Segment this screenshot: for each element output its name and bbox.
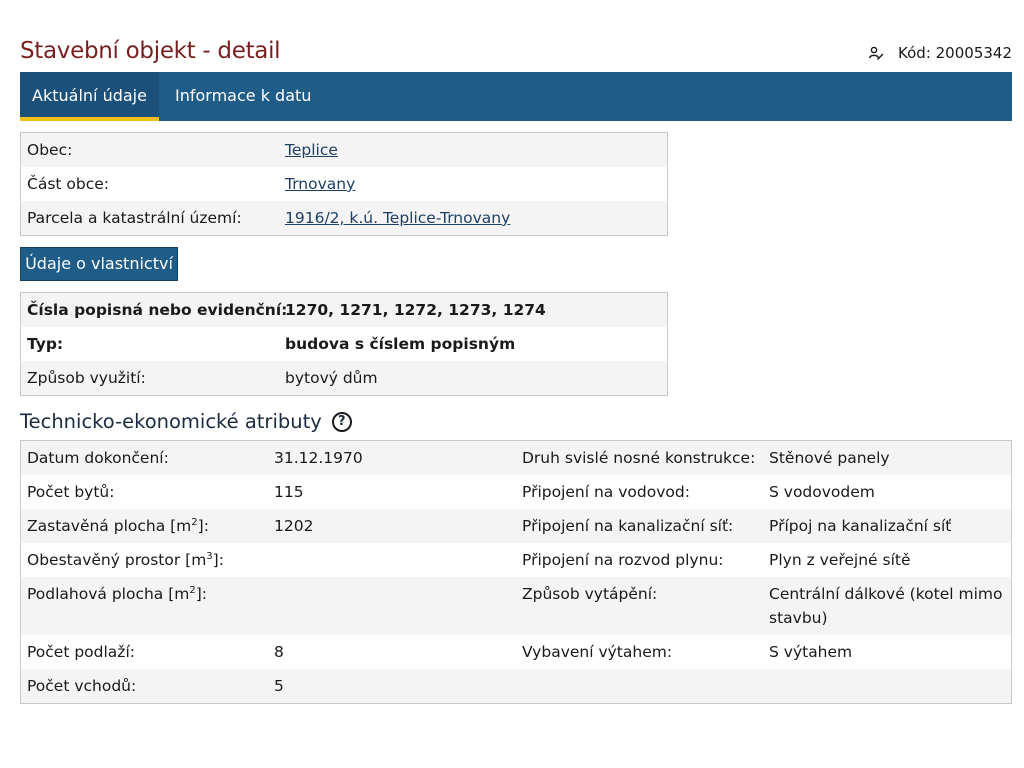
floor-area-label: Podlahová plocha [m2]: <box>27 584 208 603</box>
usage-label: Způsob využití: <box>27 369 146 387</box>
entrance-count-value: 5 <box>274 677 284 695</box>
entrance-count-label: Počet vchodů: <box>27 677 137 695</box>
gas-connection-label: Připojení na rozvod plynu: <box>522 551 724 569</box>
structure-type-label: Druh svislé nosné konstrukce: <box>522 449 756 467</box>
built-area-value: 1202 <box>274 517 314 535</box>
water-connection-value: S vodovodem <box>769 483 875 501</box>
gas-connection-value: Plyn z veřejné sítě <box>769 551 911 569</box>
table-row: Způsob využití: bytový dům <box>21 361 667 395</box>
flat-count-value: 115 <box>274 483 304 501</box>
sewer-connection-value: Přípoj na kanalizační síť <box>769 517 952 535</box>
page-title: Stavební objekt - detail <box>20 38 281 64</box>
object-code-label: Kód: 20005342 <box>898 44 1012 62</box>
table-row: Obec: Teplice <box>21 133 667 167</box>
sewer-connection-label: Připojení na kanalizační síť: <box>522 517 734 535</box>
table-row: Parcela a katastrální území: 1916/2, k.ú… <box>21 201 667 235</box>
municipality-part-label: Část obce: <box>27 175 110 193</box>
parcel-link[interactable]: 1916/2, k.ú. Teplice-Trnovany <box>285 209 510 227</box>
table-row: Čísla popisná nebo evidenční: 1270, 1271… <box>21 293 667 327</box>
location-table: Obec: Teplice Část obce: Trnovany Parcel… <box>20 132 668 236</box>
tab-current-data[interactable]: Aktuální údaje <box>20 72 159 121</box>
heating-value: Centrální dálkové (kotel mimo stavbu) <box>769 585 1003 627</box>
floor-count-label: Počet podlaží: <box>27 643 135 661</box>
water-connection-label: Připojení na vodovod: <box>522 483 690 501</box>
table-row: Zastavěná plocha [m2]: 1202 Připojení na… <box>21 509 1011 543</box>
table-row: Obestavěný prostor [m3]: Připojení na ro… <box>21 543 1011 577</box>
type-value: budova s číslem popisným <box>285 335 516 353</box>
type-label: Typ: <box>27 335 64 353</box>
usage-value: bytový dům <box>285 369 378 387</box>
signature-edit-icon[interactable] <box>868 45 884 61</box>
house-numbers-label: Čísla popisná nebo evidenční: <box>27 301 288 319</box>
municipality-part-link[interactable]: Trnovany <box>285 175 355 193</box>
heating-label: Způsob vytápění: <box>522 585 658 603</box>
table-row: Podlahová plocha [m2]: Způsob vytápění: … <box>21 577 1011 635</box>
municipality-link[interactable]: Teplice <box>285 141 338 159</box>
enclosed-volume-label: Obestavěný prostor [m3]: <box>27 550 224 569</box>
completion-date-value: 31.12.1970 <box>274 449 363 467</box>
building-table: Čísla popisná nebo evidenční: 1270, 1271… <box>20 292 668 396</box>
table-row: Počet podlaží: 8 Vybavení výtahem: S výt… <box>21 635 1011 669</box>
page-header: Stavební objekt - detail Kód: 20005342 <box>20 38 1012 68</box>
tab-date-info[interactable]: Informace k datu <box>175 72 311 121</box>
tech-section-title: Technicko-ekonomické atributy ? <box>20 410 352 433</box>
table-row: Počet bytů: 115 Připojení na vodovod: S … <box>21 475 1011 509</box>
tech-section-label: Technicko-ekonomické atributy <box>20 410 322 433</box>
table-row: Část obce: Trnovany <box>21 167 667 201</box>
tech-attributes-table: Datum dokončení: 31.12.1970 Druh svislé … <box>20 440 1012 704</box>
elevator-label: Vybavení výtahem: <box>522 643 673 661</box>
municipality-label: Obec: <box>27 141 73 159</box>
structure-type-value: Stěnové panely <box>769 449 890 467</box>
table-row: Datum dokončení: 31.12.1970 Druh svislé … <box>21 441 1011 475</box>
table-row: Počet vchodů: 5 <box>21 669 1011 703</box>
built-area-label: Zastavěná plocha [m2]: <box>27 516 209 535</box>
house-numbers-value: 1270, 1271, 1272, 1273, 1274 <box>285 301 546 319</box>
floor-count-value: 8 <box>274 643 284 661</box>
ownership-button[interactable]: Údaje o vlastnictví <box>20 247 178 281</box>
question-circle-icon[interactable]: ? <box>331 411 352 432</box>
tab-bar: Aktuální údaje Informace k datu <box>20 72 1012 121</box>
object-code: Kód: 20005342 <box>868 44 1012 62</box>
table-row: Typ: budova s číslem popisným <box>21 327 667 361</box>
flat-count-label: Počet bytů: <box>27 483 115 501</box>
completion-date-label: Datum dokončení: <box>27 449 169 467</box>
parcel-label: Parcela a katastrální území: <box>27 209 242 227</box>
elevator-value: S výtahem <box>769 643 853 661</box>
